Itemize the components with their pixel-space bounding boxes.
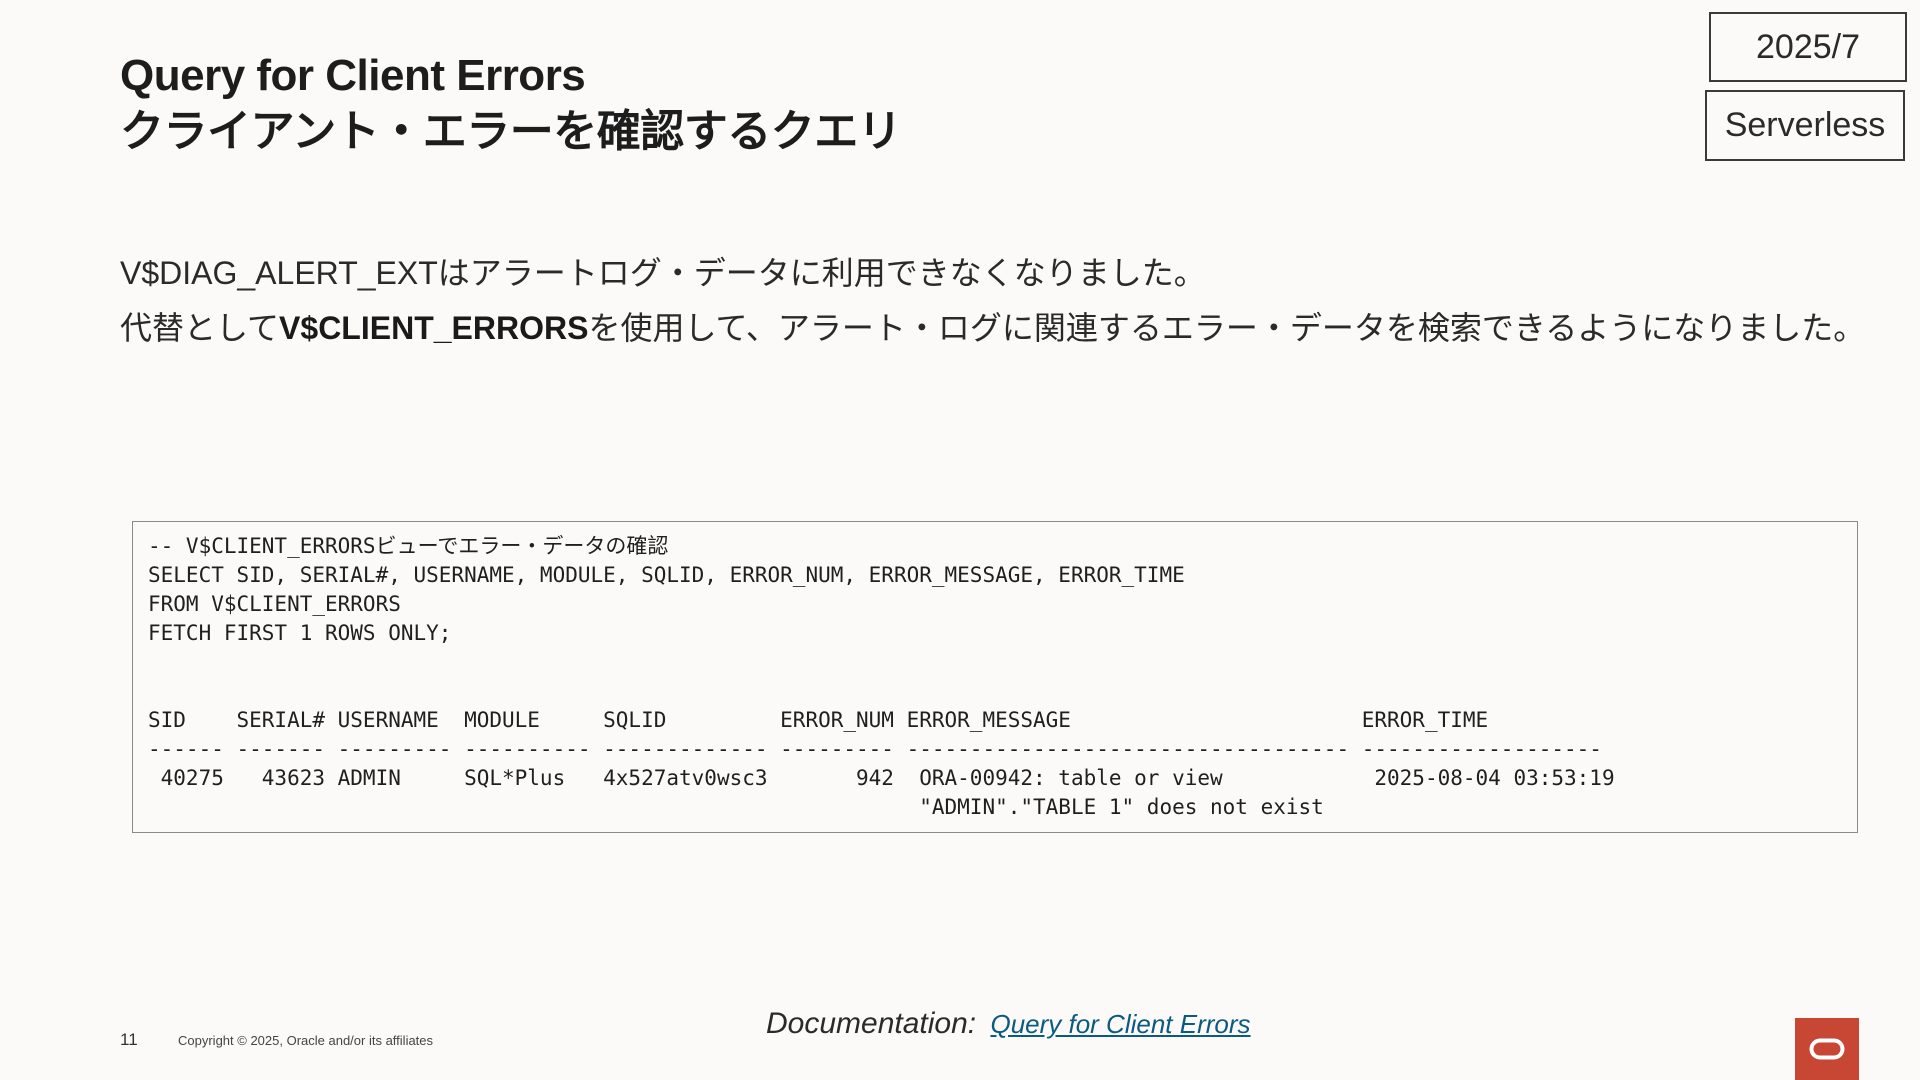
code-line: FROM V$CLIENT_ERRORS (148, 592, 401, 616)
description-text: V$DIAG_ALERT_EXTはアラートログ・データに利用できなくなりました。… (120, 246, 1865, 356)
documentation-label: Documentation: (766, 1007, 977, 1040)
description-line-1: V$DIAG_ALERT_EXTはアラートログ・データに利用できなくなりました。 (120, 255, 1206, 291)
description-line-2-suffix: を使用して、アラート・ログに関連するエラー・データを検索できるようになりました。 (588, 310, 1866, 346)
code-line: "ADMIN"."TABLE 1" does not exist (148, 795, 1324, 819)
description-line-2-prefix: 代替として (120, 310, 280, 346)
code-line: FETCH FIRST 1 ROWS ONLY; (148, 621, 452, 645)
oracle-logo-icon (1795, 1018, 1859, 1080)
documentation-reference: Documentation: Query for Client Errors (766, 1007, 1251, 1041)
copyright-text: Copyright © 2025, Oracle and/or its affi… (178, 1033, 434, 1048)
page-number: 11 (120, 1030, 138, 1049)
serverless-badge: Serverless (1705, 90, 1905, 161)
code-line: 40275 43623 ADMIN SQL*Plus 4x527atv0wsc3… (148, 766, 1615, 790)
description-line-2: 代替としてV$CLIENT_ERRORSを使用して、アラート・ログに関連するエラ… (120, 301, 1865, 356)
code-text: -- V$CLIENT_ERRORSビューでエラー・データの確認 SELECT … (133, 522, 1857, 822)
date-badge: 2025/7 (1709, 12, 1907, 82)
code-line: SELECT SID, SERIAL#, USERNAME, MODULE, S… (148, 563, 1185, 587)
code-line: ------ ------- --------- ---------- ----… (148, 737, 1602, 761)
title-japanese: クライアント・エラーを確認するクエリ (120, 107, 902, 156)
slide-title: Query for Client Errors クライアント・エラーを確認するク… (120, 48, 902, 160)
documentation-link[interactable]: Query for Client Errors (990, 1009, 1250, 1039)
description-view-name: V$CLIENT_ERRORS (279, 310, 589, 346)
title-english: Query for Client Errors (120, 51, 586, 100)
oracle-logo-shape (1809, 1038, 1845, 1060)
code-line: SID SERIAL# USERNAME MODULE SQLID ERROR_… (148, 708, 1489, 732)
code-line: -- V$CLIENT_ERRORSビューでエラー・データの確認 (148, 534, 669, 558)
code-block: -- V$CLIENT_ERRORSビューでエラー・データの確認 SELECT … (132, 521, 1858, 833)
